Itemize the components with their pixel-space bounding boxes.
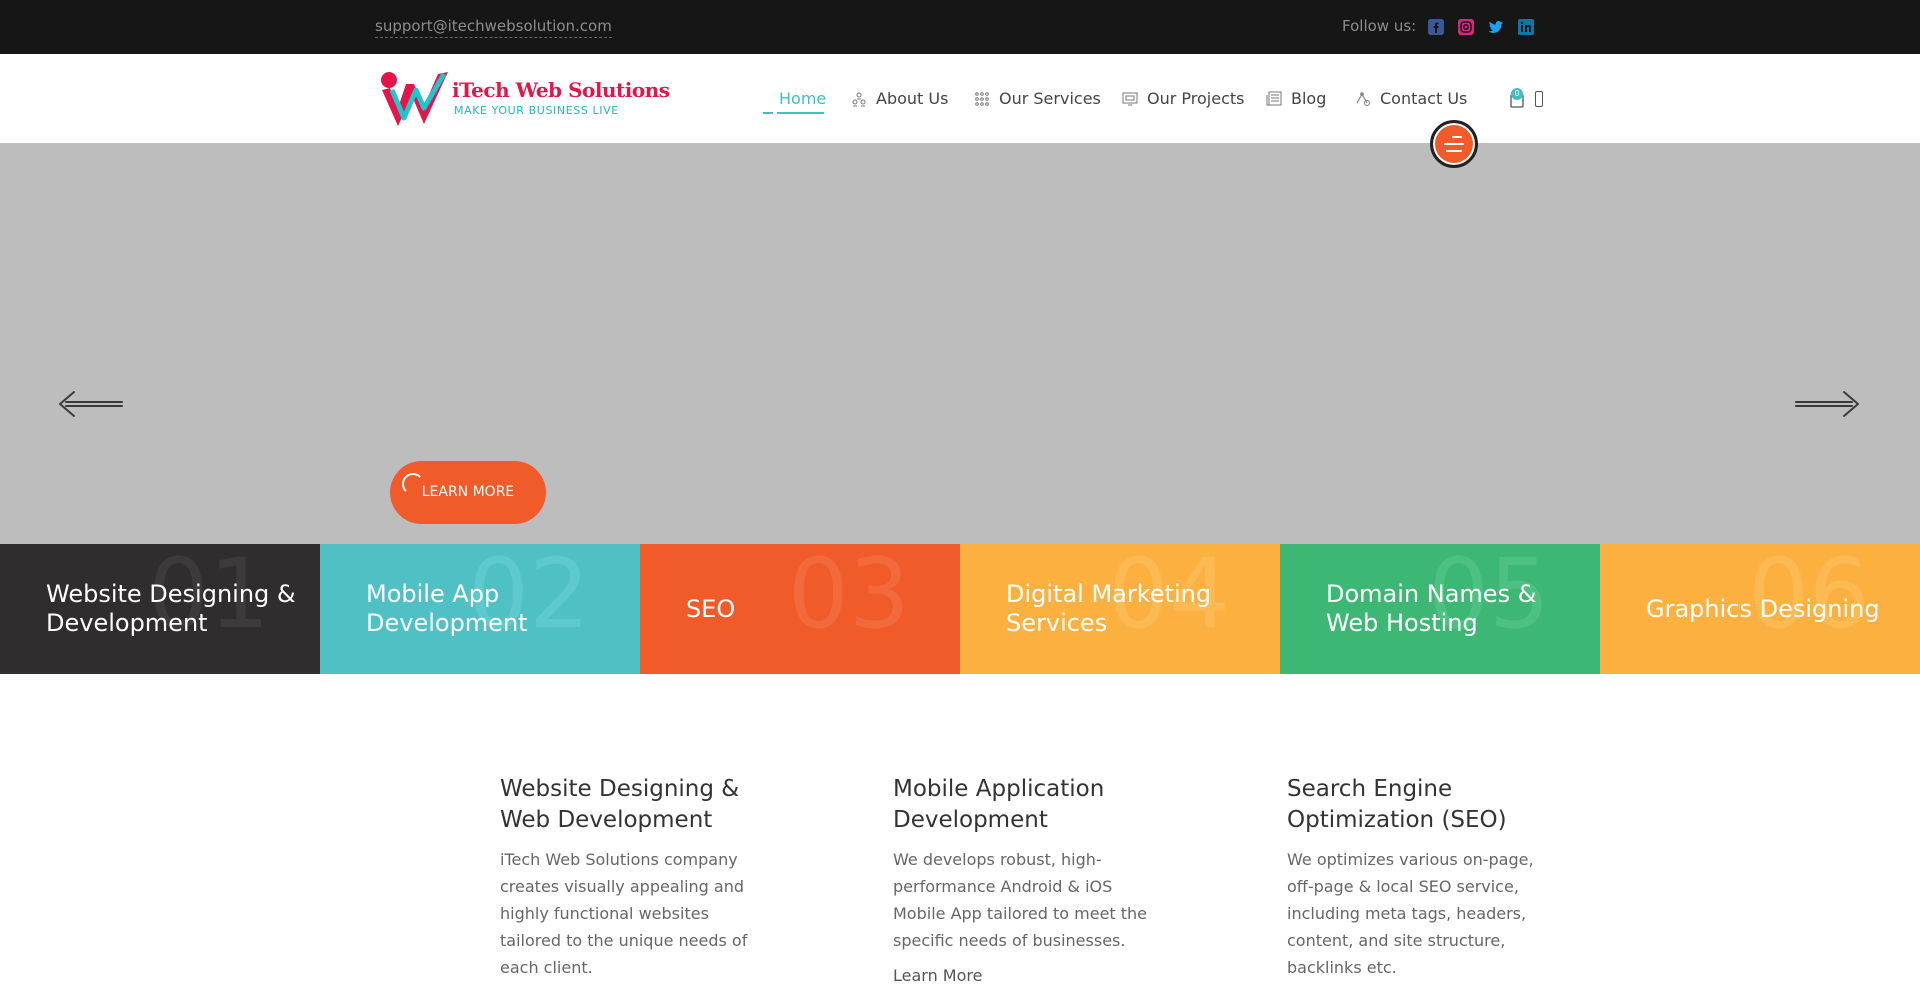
learn-more-label: LEARN MORE	[421, 484, 515, 500]
learn-more-button[interactable]: LEARN MORE	[390, 461, 546, 524]
site-logo[interactable]: iTech Web Solutions MAKE YOUR BUSINESS L…	[378, 66, 670, 130]
nav-item-label: Our Projects	[1147, 89, 1245, 108]
service-column-title: Search Engine Optimization (SEO)	[1287, 776, 1507, 833]
service-tile-label: Graphics Designing	[1646, 594, 1880, 623]
service-tile-label: Mobile App Development	[366, 580, 528, 637]
contact-icon	[1356, 91, 1370, 106]
nav-item-our-projects[interactable]: Our Projects	[1122, 89, 1244, 108]
service-column-title: Mobile Application Development	[893, 776, 1105, 833]
service-column-web: Website Designing & Web Development iTec…	[500, 774, 770, 981]
service-tile-label: SEO	[686, 594, 736, 623]
nav-item-label: Blog	[1291, 89, 1327, 108]
service-column-mobile: Mobile Application Development We develo…	[893, 774, 1163, 985]
grid-icon	[975, 91, 989, 106]
hamburger-bar	[1446, 150, 1462, 152]
menu-toggle-button[interactable]	[1430, 120, 1478, 168]
hamburger-bar	[1444, 143, 1464, 145]
nav-item-label: Our Services	[999, 89, 1101, 108]
service-column-text: We optimizes various on-page, off-page &…	[1287, 850, 1534, 977]
hero-slider	[0, 143, 1920, 544]
site-header: iTech Web Solutions MAKE YOUR BUSINESS L…	[0, 54, 1920, 143]
service-tile[interactable]: 04 Digital Marketing Services	[960, 544, 1280, 674]
nav-item-blog[interactable]: Blog	[1266, 89, 1326, 108]
learn-more-link[interactable]: Learn More	[893, 966, 982, 985]
hamburger-icon	[1452, 136, 1462, 138]
follow-us-label: Follow us:	[1342, 17, 1417, 35]
monitor-icon	[1122, 92, 1138, 105]
support-email-link[interactable]: support@itechwebsolution.com	[375, 17, 612, 38]
linkedin-icon[interactable]	[1518, 19, 1534, 35]
logo-brand-text: iTech Web Solutions	[452, 78, 670, 102]
service-tile[interactable]: 01 Website Designing & Development	[0, 544, 320, 674]
nav-item-label: Home	[779, 89, 827, 108]
service-column-text: iTech Web Solutions company creates visu…	[500, 850, 748, 977]
active-dash	[763, 112, 773, 114]
service-tile-label: Domain Names & Web Hosting	[1326, 580, 1537, 637]
logo-mark-icon	[381, 72, 448, 126]
logo-tagline: MAKE YOUR BUSINESS LIVE	[454, 104, 619, 117]
service-tile[interactable]: 05 Domain Names & Web Hosting	[1280, 544, 1600, 674]
services-columns: Website Designing & Web Development iTec…	[0, 674, 1920, 993]
nav-item-label: Contact Us	[1380, 89, 1468, 108]
nav-item-our-services[interactable]: Our Services	[974, 89, 1101, 108]
service-column-title: Website Designing & Web Development	[500, 776, 740, 833]
nav-item-about-us[interactable]: About Us	[851, 89, 948, 108]
top-bar: support@itechwebsolution.com Follow us:	[0, 0, 1920, 54]
nav-item-contact-us[interactable]: Contact Us	[1355, 89, 1467, 108]
service-tile[interactable]: 03 SEO	[640, 544, 960, 674]
service-tile-label: Digital Marketing Services	[1006, 580, 1212, 637]
service-tile-label: Website Designing & Development	[46, 580, 296, 637]
search-icon[interactable]	[1535, 91, 1543, 107]
slider-next-arrow-icon[interactable]	[1794, 389, 1860, 419]
service-tile[interactable]: 02 Mobile App Development	[320, 544, 640, 674]
nav-item-home[interactable]: Home	[763, 89, 827, 114]
service-column-seo: Search Engine Optimization (SEO) We opti…	[1287, 774, 1557, 981]
services-strip: 01 Website Designing & Development 02 Mobil…	[0, 544, 1920, 674]
cart-count-badge: 0	[1511, 88, 1523, 100]
facebook-icon[interactable]	[1428, 19, 1444, 35]
twitter-icon[interactable]	[1488, 19, 1504, 35]
newspaper-icon	[1266, 91, 1282, 105]
active-underline	[777, 112, 824, 114]
loading-spinner-icon	[402, 473, 424, 495]
service-column-text: We develops robust, high-performance And…	[893, 850, 1148, 950]
slider-prev-arrow-icon[interactable]	[58, 389, 124, 419]
service-tile[interactable]: 06 Graphics Designing	[1600, 544, 1920, 674]
people-icon	[852, 92, 866, 106]
nav-item-label: About Us	[876, 89, 949, 108]
instagram-icon[interactable]	[1458, 19, 1474, 35]
